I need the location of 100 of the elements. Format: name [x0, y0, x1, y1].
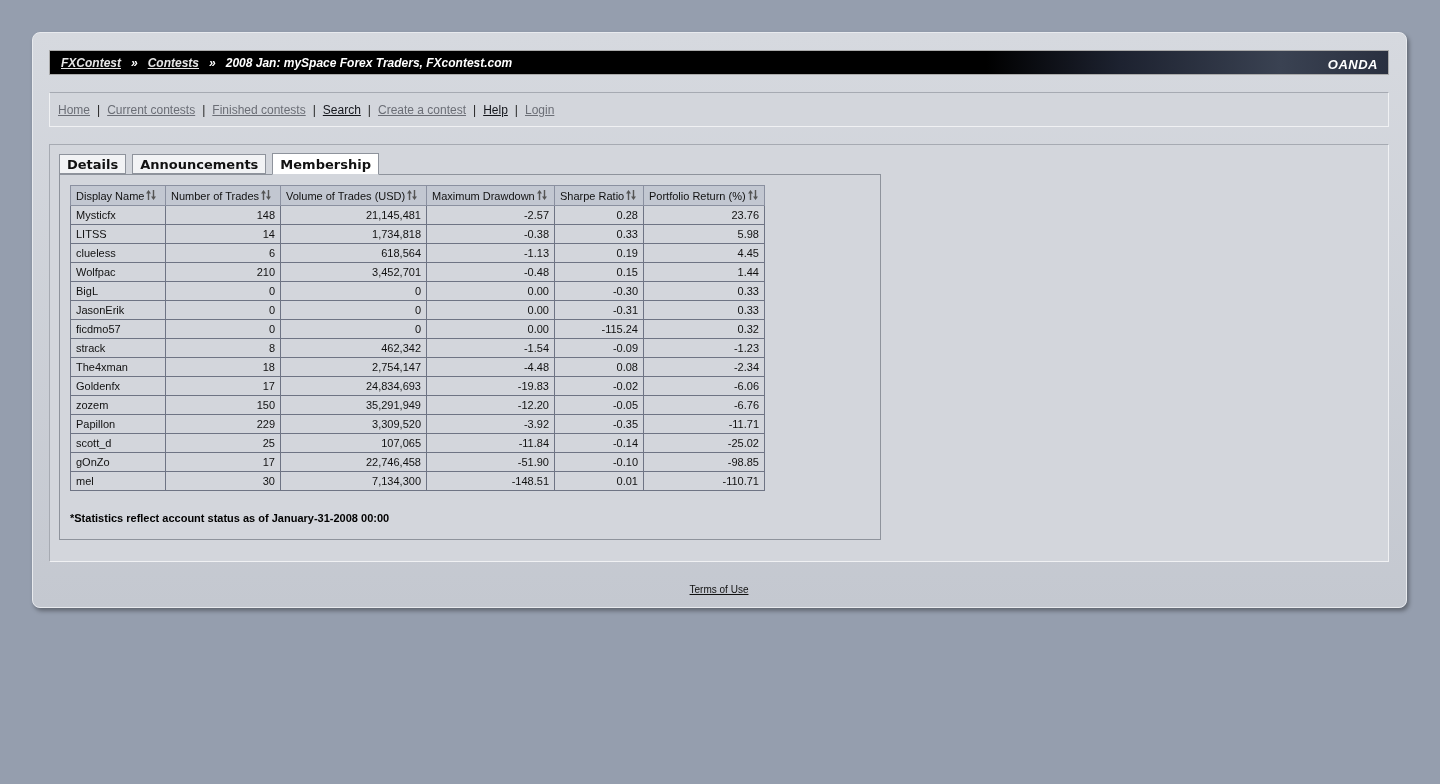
column-header[interactable]: Number of Trades — [165, 185, 281, 206]
table-cell: 3,452,701 — [280, 262, 427, 282]
brand-logo: OANDA — [1327, 56, 1378, 72]
sort-arrows-icon[interactable] — [626, 189, 637, 200]
nav-link[interactable]: Current contests — [107, 102, 196, 117]
table-cell: 0 — [165, 300, 281, 320]
nav-link[interactable]: Finished contests — [212, 102, 306, 117]
table-cell: 23.76 — [643, 205, 765, 225]
table-cell: JasonErik — [70, 300, 166, 320]
table-cell: 618,564 — [280, 243, 427, 263]
table-cell: 0 — [280, 319, 427, 339]
table-cell: 0.33 — [643, 281, 765, 301]
table-cell: 0.08 — [554, 357, 644, 377]
nav-link[interactable]: Create a contest — [378, 102, 467, 117]
table-cell: 148 — [165, 205, 281, 225]
table-cell: 150 — [165, 395, 281, 415]
table-cell: -6.06 — [643, 376, 765, 396]
table-cell: 17 — [165, 376, 281, 396]
tab[interactable]: Details — [59, 154, 127, 174]
nav-separator: | — [473, 102, 477, 117]
table-cell: 1,734,818 — [280, 224, 427, 244]
table-cell: -148.51 — [426, 471, 555, 491]
table-cell: 18 — [165, 357, 281, 377]
table-cell: -1.23 — [643, 338, 765, 358]
sort-arrows-icon[interactable] — [536, 189, 547, 200]
sort-arrows-icon[interactable] — [146, 189, 157, 200]
column-header[interactable]: Sharpe Ratio — [554, 185, 644, 206]
table-cell: gOnZo — [70, 452, 166, 472]
column-header[interactable]: Display Name — [70, 185, 166, 206]
breadcrumb-link[interactable]: FXContest — [61, 55, 121, 70]
table-cell: 8 — [165, 338, 281, 358]
table-cell: 1.44 — [643, 262, 765, 282]
table-cell: BigL — [70, 281, 166, 301]
sort-arrows-icon[interactable] — [407, 189, 418, 200]
tab[interactable]: Announcements — [132, 154, 267, 174]
table-cell: 14 — [165, 224, 281, 244]
table-cell: -2.34 — [643, 357, 765, 377]
table-cell: The4xman — [70, 357, 166, 377]
table-cell: -0.31 — [554, 300, 644, 320]
breadcrumb-separator: » — [131, 55, 138, 70]
table-cell: 5.98 — [643, 224, 765, 244]
table-cell: -0.38 — [426, 224, 555, 244]
table-cell: 24,834,693 — [280, 376, 427, 396]
column-header[interactable]: Volume of Trades (USD) — [280, 185, 427, 206]
table-cell: -3.92 — [426, 414, 555, 434]
nav-separator: | — [202, 102, 206, 117]
table-cell: 0.28 — [554, 205, 644, 225]
nav-link[interactable]: Help — [483, 102, 508, 117]
table-cell: 0.00 — [426, 300, 555, 320]
table-cell: -0.30 — [554, 281, 644, 301]
column-header[interactable]: Portfolio Return (%) — [643, 185, 765, 206]
table-cell: Mysticfx — [70, 205, 166, 225]
table-cell: 35,291,949 — [280, 395, 427, 415]
table-cell: -0.10 — [554, 452, 644, 472]
table-cell: 30 — [165, 471, 281, 491]
table-cell: -51.90 — [426, 452, 555, 472]
nav-separator: | — [312, 102, 316, 117]
table-cell: 0.01 — [554, 471, 644, 491]
breadcrumb-current: 2008 Jan: mySpace Forex Traders, FXcontest.com — [225, 55, 513, 70]
terms-link[interactable]: Terms of Use — [689, 584, 749, 595]
table-cell: -0.48 — [426, 262, 555, 282]
table-cell: 22,746,458 — [280, 452, 427, 472]
table-cell: 2,754,147 — [280, 357, 427, 377]
nav-separator: | — [97, 102, 101, 117]
table-cell: 0.15 — [554, 262, 644, 282]
table-cell: 210 — [165, 262, 281, 282]
column-header[interactable]: Maximum Drawdown — [426, 185, 555, 206]
table-cell: 462,342 — [280, 338, 427, 358]
breadcrumb-link[interactable]: Contests — [147, 55, 200, 70]
table-cell: 0 — [165, 319, 281, 339]
table-cell: -19.83 — [426, 376, 555, 396]
table-cell: mel — [70, 471, 166, 491]
statistics-note: *Statistics reflect account status as of January-31-2008 00:00 — [70, 512, 391, 524]
nav-link[interactable]: Login — [525, 102, 555, 117]
table-cell: -0.05 — [554, 395, 644, 415]
nav-separator: | — [367, 102, 371, 117]
table-cell: Goldenfx — [70, 376, 166, 396]
sort-arrows-icon[interactable] — [261, 189, 272, 200]
nav-link[interactable]: Home — [58, 102, 90, 117]
table-cell: Papillon — [70, 414, 166, 434]
table-cell: -4.48 — [426, 357, 555, 377]
table-cell: 7,134,300 — [280, 471, 427, 491]
table-cell: -11.84 — [426, 433, 555, 453]
table-cell: -0.09 — [554, 338, 644, 358]
table-cell: 0.33 — [643, 300, 765, 320]
table-cell: -2.57 — [426, 205, 555, 225]
table-cell: 0 — [280, 300, 427, 320]
table-cell: 0.32 — [643, 319, 765, 339]
table-cell: 6 — [165, 243, 281, 263]
sort-arrows-icon[interactable] — [747, 189, 758, 200]
table-cell: 21,145,481 — [280, 205, 427, 225]
table-cell: ficdmo57 — [70, 319, 166, 339]
table-cell: 0.00 — [426, 319, 555, 339]
tab[interactable]: Membership — [272, 153, 379, 175]
nav-link[interactable]: Search — [322, 102, 361, 117]
table-cell: 0.33 — [554, 224, 644, 244]
table-cell: -110.71 — [643, 471, 765, 491]
table-cell: 3,309,520 — [280, 414, 427, 434]
table-cell: 229 — [165, 414, 281, 434]
table-cell: -98.85 — [643, 452, 765, 472]
